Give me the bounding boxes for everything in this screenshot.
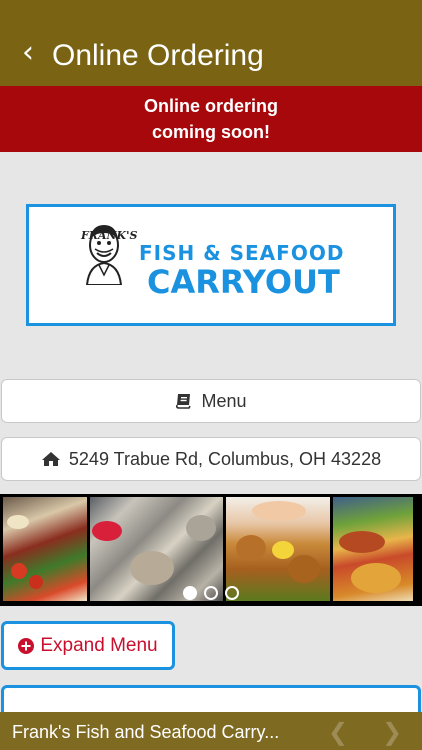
caricature-icon — [85, 225, 123, 285]
expand-menu-label: Expand Menu — [40, 634, 158, 656]
expand-menu-button[interactable]: Expand Menu — [1, 621, 175, 670]
carousel-dot[interactable] — [204, 586, 218, 600]
carousel-dot-active[interactable] — [183, 586, 197, 600]
banner-line-1: Online ordering — [143, 96, 278, 116]
book-icon — [176, 394, 192, 409]
next-chevron-icon[interactable]: ❯ — [382, 718, 402, 746]
menu-button-label: Menu — [201, 390, 247, 411]
plus-circle-icon — [18, 637, 35, 654]
back-chevron-icon[interactable]: ‹ — [22, 38, 34, 68]
address-button[interactable]: 5249 Trabue Rd, Columbus, OH 43228 — [1, 437, 421, 481]
header-bar: ‹ Online Ordering — [0, 0, 422, 86]
logo-line-2: CARRYOUT — [147, 263, 340, 301]
home-icon — [41, 452, 60, 466]
menu-button[interactable]: Menu — [1, 379, 421, 423]
logo-franks-text: FRANK'S — [81, 229, 138, 242]
banner-line-2: coming soon! — [152, 122, 270, 142]
carousel-pagination — [0, 586, 422, 602]
carousel-dot[interactable] — [225, 586, 239, 600]
page-title: Online Ordering — [52, 39, 264, 72]
footer-bar: Frank's Fish and Seafood Carry... ❮ ❯ — [0, 712, 422, 750]
footer-title: Frank's Fish and Seafood Carry... — [12, 722, 280, 742]
restaurant-logo: FRANK'S FISH & SEAFOOD CARRYOUT — [26, 204, 396, 326]
logo-line-1: FISH & SEAFOOD — [139, 241, 345, 265]
coming-soon-banner: Online ordering coming soon! — [0, 86, 422, 152]
address-label: 5249 Trabue Rd, Columbus, OH 43228 — [68, 448, 382, 469]
prev-chevron-icon[interactable]: ❮ — [328, 718, 348, 746]
